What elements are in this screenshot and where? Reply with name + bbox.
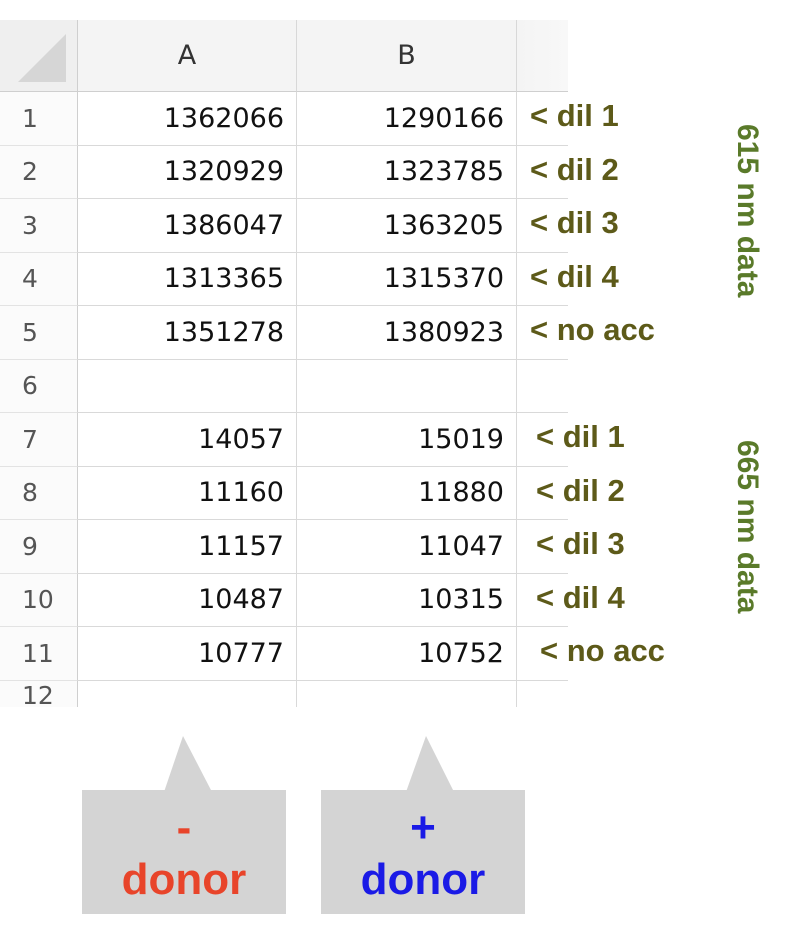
side-label-665: 665 nm data: [731, 440, 764, 614]
cell-b[interactable]: 1315370: [297, 252, 517, 306]
row-header[interactable]: 5: [0, 306, 78, 360]
corner-triangle-icon: [18, 34, 66, 82]
row-annotation: < dil 4: [536, 579, 631, 616]
cell-b[interactable]: 1380923: [297, 306, 517, 360]
row-annotation: < no acc: [540, 633, 671, 669]
row-annotation: < dil 1: [530, 98, 625, 134]
cell-b[interactable]: 1363205: [297, 199, 517, 253]
plus-sign: +: [410, 803, 436, 852]
minus-sign: -: [176, 803, 192, 852]
cell-c[interactable]: [517, 360, 568, 413]
cell-b[interactable]: 15019: [297, 413, 517, 467]
callout-pointer-plus: [406, 736, 454, 792]
row-header[interactable]: 3: [0, 199, 78, 253]
row-header[interactable]: 6: [0, 359, 78, 413]
row-annotation: < no acc: [530, 312, 661, 348]
cell-a[interactable]: 1351278: [78, 306, 297, 360]
row-header[interactable]: 9: [0, 520, 78, 574]
cell-b[interactable]: [297, 680, 517, 707]
spreadsheet: A B 1 1362066 1290166 2 1320929 1323785 3 13860…: [0, 0, 568, 736]
cell-b[interactable]: 1323785: [297, 145, 517, 199]
row-annotation: < dil 3: [536, 526, 631, 562]
cell-a[interactable]: [78, 680, 297, 707]
cell-a[interactable]: 10777: [78, 627, 297, 681]
select-all-corner[interactable]: [0, 20, 78, 92]
row-header[interactable]: 1: [0, 92, 78, 146]
column-header-a[interactable]: A: [78, 20, 297, 92]
cell-b[interactable]: 10315: [297, 573, 517, 627]
row-header[interactable]: 12: [0, 680, 78, 710]
cell-b[interactable]: 1290166: [297, 92, 517, 146]
cell-b[interactable]: 11047: [297, 520, 517, 574]
column-header-b[interactable]: B: [297, 20, 517, 92]
row-header[interactable]: 7: [0, 413, 78, 467]
plus-donor-callout: + donor: [321, 790, 525, 914]
minus-donor-callout: - donor: [82, 790, 286, 914]
row-annotation: < dil 1: [536, 419, 631, 455]
cell-a[interactable]: 1362066: [78, 92, 297, 146]
row-header[interactable]: 4: [0, 252, 78, 306]
row-header[interactable]: 11: [0, 627, 78, 681]
side-label-615: 615 nm data: [731, 124, 764, 298]
callout-pointer-minus: [164, 736, 212, 792]
cell-c[interactable]: [517, 681, 568, 707]
cell-a[interactable]: 14057: [78, 413, 297, 467]
cell-a[interactable]: 10487: [78, 573, 297, 627]
minus-donor-label: donor: [121, 855, 247, 904]
cell-b[interactable]: 11880: [297, 466, 517, 520]
cell-a[interactable]: 11157: [78, 520, 297, 574]
cell-a[interactable]: 1313365: [78, 252, 297, 306]
cell-b[interactable]: [297, 359, 517, 413]
column-header-c[interactable]: [517, 20, 568, 92]
cell-b[interactable]: 10752: [297, 627, 517, 681]
row-annotation: < dil 4: [530, 258, 625, 295]
cell-a[interactable]: 1320929: [78, 145, 297, 199]
row-annotation: < dil 2: [536, 472, 631, 509]
plus-donor-label: donor: [360, 855, 486, 904]
row-annotation: < dil 2: [530, 151, 625, 188]
row-header[interactable]: 10: [0, 573, 78, 627]
row-header[interactable]: 2: [0, 145, 78, 199]
cell-a[interactable]: [78, 359, 297, 413]
row-header[interactable]: 8: [0, 466, 78, 520]
cell-a[interactable]: 1386047: [78, 199, 297, 253]
cell-a[interactable]: 11160: [78, 466, 297, 520]
row-annotation: < dil 3: [530, 205, 625, 241]
